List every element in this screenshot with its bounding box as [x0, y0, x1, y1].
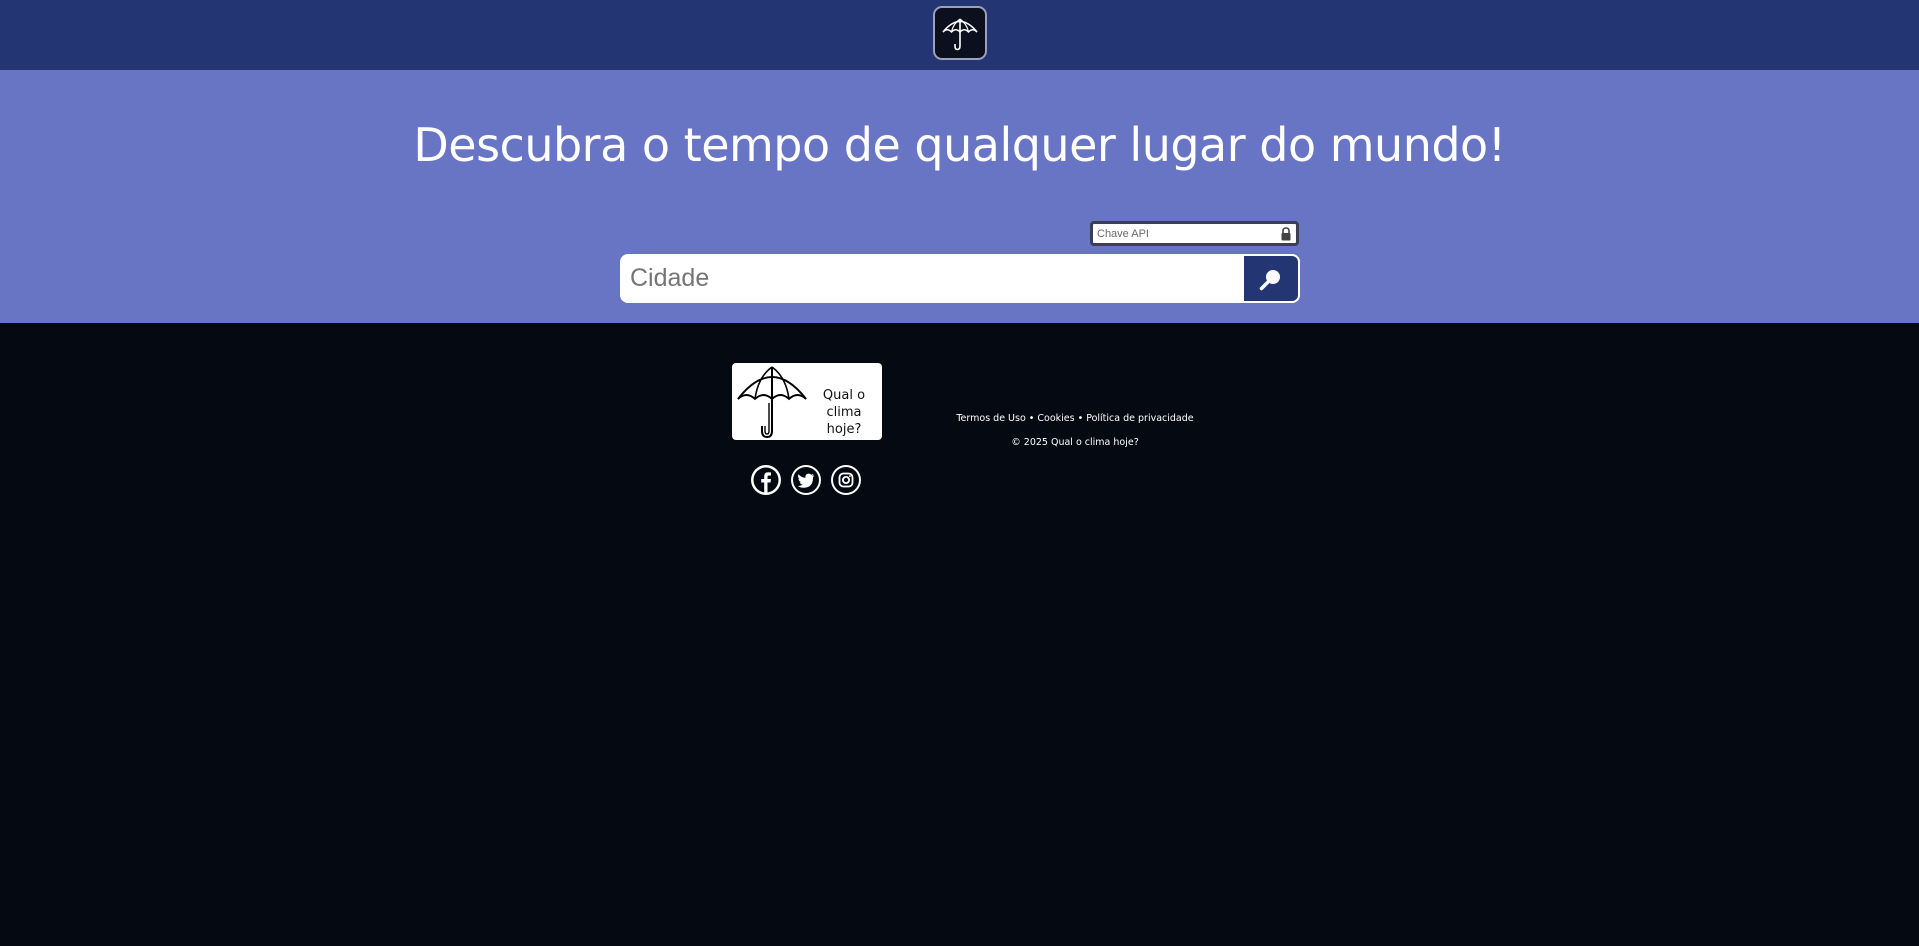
copyright: © 2025 Qual o clima hoje?	[1011, 437, 1139, 448]
page-title: Descubra o tempo de qualquer lugar do mu…	[413, 118, 1506, 172]
privacy-link[interactable]: Política de privacidade	[1086, 413, 1193, 424]
logo-text-line1: Qual o	[822, 388, 866, 403]
footer-links: Termos de Uso • Cookies • Política de privac…	[900, 413, 1250, 424]
umbrella-icon	[737, 366, 807, 439]
hero-section: Descubra o tempo de qualquer lugar do mu…	[0, 70, 1919, 323]
lock-icon	[1281, 227, 1291, 241]
city-input[interactable]	[620, 254, 1240, 303]
umbrella-icon	[942, 18, 978, 51]
top-header	[0, 0, 1919, 70]
cookies-link[interactable]: Cookies	[1037, 413, 1074, 424]
instagram-icon	[833, 467, 859, 493]
search-icon	[1259, 269, 1280, 290]
link-separator: •	[1077, 413, 1084, 424]
city-search	[620, 254, 1300, 303]
terms-link[interactable]: Termos de Uso	[956, 413, 1025, 424]
facebook-icon	[753, 467, 779, 493]
facebook-link[interactable]	[751, 465, 781, 495]
footer-logo-text: Qual o clima hoje?	[808, 387, 880, 438]
logo-text-line2: clima hoje?	[826, 405, 862, 437]
twitter-icon	[793, 467, 819, 493]
footer-logo[interactable]: Qual o clima hoje?	[732, 363, 882, 440]
search-button[interactable]	[1242, 254, 1300, 303]
header-logo[interactable]	[933, 6, 987, 60]
link-separator: •	[1028, 413, 1035, 424]
api-key-input[interactable]	[1093, 224, 1273, 243]
api-key-field[interactable]	[1090, 221, 1299, 246]
twitter-link[interactable]	[791, 465, 821, 495]
instagram-link[interactable]	[831, 465, 861, 495]
social-links	[751, 465, 861, 495]
